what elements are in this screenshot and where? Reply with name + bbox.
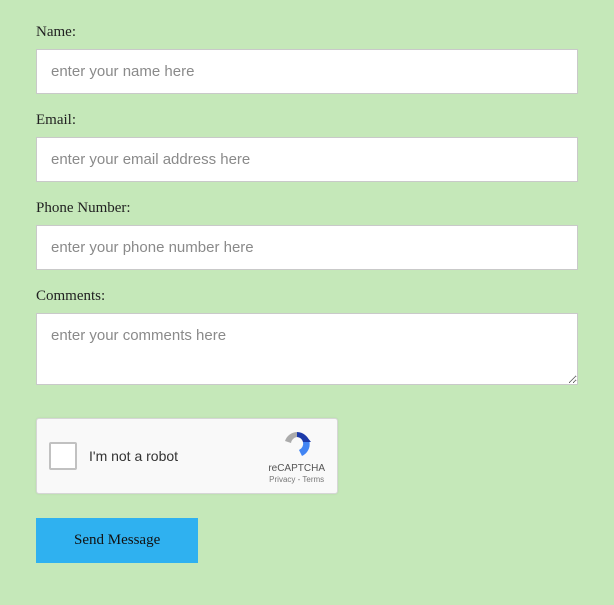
comments-label: Comments: — [36, 288, 578, 305]
recaptcha-links[interactable]: Privacy - Terms — [269, 475, 324, 484]
recaptcha-brand-text: reCAPTCHA — [268, 463, 325, 474]
phone-label: Phone Number: — [36, 200, 578, 217]
phone-input[interactable] — [36, 225, 578, 270]
name-input[interactable] — [36, 49, 578, 94]
email-field-group: Email: — [36, 112, 578, 182]
recaptcha-branding: reCAPTCHA Privacy - Terms — [268, 429, 325, 484]
phone-field-group: Phone Number: — [36, 200, 578, 270]
recaptcha-checkbox[interactable] — [49, 442, 77, 470]
comments-field-group: Comments: — [36, 288, 578, 390]
email-input[interactable] — [36, 137, 578, 182]
contact-form: Name: Email: Phone Number: Comments: I'm… — [36, 24, 578, 563]
recaptcha-label: I'm not a robot — [89, 448, 268, 464]
comments-input[interactable] — [36, 313, 578, 385]
name-label: Name: — [36, 24, 578, 41]
recaptcha-icon — [281, 429, 313, 461]
email-label: Email: — [36, 112, 578, 129]
name-field-group: Name: — [36, 24, 578, 94]
send-message-button[interactable]: Send Message — [36, 518, 198, 563]
recaptcha-widget: I'm not a robot reCAPTCHA Privacy - Term… — [36, 418, 338, 494]
